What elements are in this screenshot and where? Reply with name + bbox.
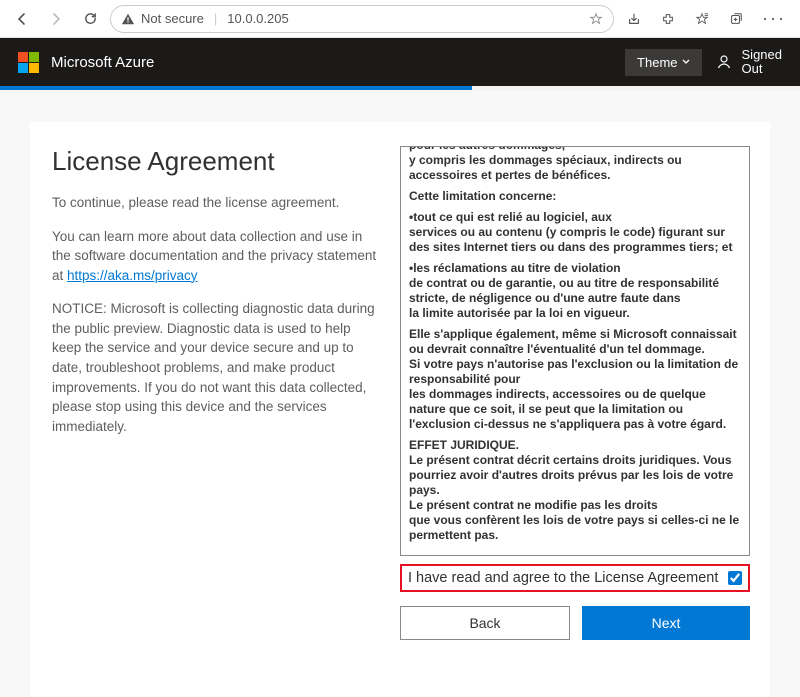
signed-label-2: Out (742, 62, 782, 76)
agree-row[interactable]: I have read and agree to the License Agr… (400, 564, 750, 592)
right-pane: DOMMAGES. Vous pouvez obtenir de Microso… (400, 146, 750, 677)
browser-bar: Not secure | 10.0.0.205 ··· (0, 0, 800, 38)
license-line: Si votre pays n'autorise pas l'exclusion… (409, 357, 738, 386)
license-line: services ou au contenu (y compris le cod… (409, 225, 732, 254)
warning-icon (121, 12, 135, 26)
brand-label: Microsoft Azure (51, 54, 613, 71)
signed-label-1: Signed (742, 48, 782, 62)
forward-nav-icon (42, 5, 70, 33)
content-wrap: License Agreement To continue, please re… (0, 90, 800, 697)
license-line: •tout ce qui est relié au logiciel, aux (409, 210, 612, 224)
license-heading: EFFET JURIDIQUE. (409, 438, 519, 452)
license-heading: Cette limitation concerne: (409, 189, 556, 203)
azure-header: Microsoft Azure Theme Signed Out (0, 38, 800, 86)
license-line: y compris les dommages spéciaux, indirec… (409, 153, 682, 182)
star-plus-icon[interactable] (589, 12, 603, 26)
user-block[interactable]: Signed Out (714, 48, 782, 77)
license-line: Elle s'applique également, même si Micro… (409, 327, 737, 356)
license-line: de contrat ou de garantie, ou au titre d… (409, 276, 719, 305)
extensions-icon[interactable] (654, 5, 682, 33)
license-line: Le présent contrat ne modifie pas les dr… (409, 498, 658, 512)
page-title: License Agreement (52, 146, 380, 177)
license-line: les dommages indirects, accessoires ou d… (409, 387, 726, 431)
license-line: la limite autorisée par la loi en vigueu… (409, 306, 630, 320)
security-label: Not secure (141, 11, 204, 26)
address-bar[interactable]: Not secure | 10.0.0.205 (110, 5, 614, 33)
collections-icon[interactable] (722, 5, 750, 33)
left-pane: License Agreement To continue, please re… (52, 146, 380, 677)
url-text: 10.0.0.205 (227, 11, 288, 26)
license-line: US. Vous ne pouvez prétendre à aucune in… (409, 146, 722, 152)
more-menu-icon[interactable]: ··· (756, 8, 792, 29)
privacy-link[interactable]: https://aka.ms/privacy (67, 268, 198, 283)
download-icon[interactable] (620, 5, 648, 33)
person-icon (714, 54, 734, 70)
privacy-paragraph: You can learn more about data collection… (52, 227, 380, 286)
agree-label: I have read and agree to the License Agr… (408, 570, 718, 586)
theme-button[interactable]: Theme (625, 49, 701, 76)
back-button[interactable]: Back (400, 606, 570, 640)
theme-label: Theme (637, 55, 677, 70)
address-separator: | (214, 11, 217, 26)
card: License Agreement To continue, please re… (30, 122, 770, 697)
favorites-icon[interactable] (688, 5, 716, 33)
notice-paragraph: NOTICE: Microsoft is collecting diagnost… (52, 299, 380, 436)
back-nav-icon[interactable] (8, 5, 36, 33)
license-text-box[interactable]: DOMMAGES. Vous pouvez obtenir de Microso… (400, 146, 750, 556)
agree-checkbox[interactable] (728, 571, 742, 585)
next-button[interactable]: Next (582, 606, 750, 640)
microsoft-logo-icon (18, 52, 39, 73)
license-line: •les réclamations au titre de violation (409, 261, 621, 275)
button-row: Back Next (400, 606, 750, 640)
chevron-down-icon (682, 58, 690, 66)
intro-text: To continue, please read the license agr… (52, 193, 380, 213)
license-line: que vous confèrent les lois de votre pay… (409, 513, 739, 542)
refresh-icon[interactable] (76, 5, 104, 33)
license-line: Le présent contrat décrit certains droit… (409, 453, 733, 497)
